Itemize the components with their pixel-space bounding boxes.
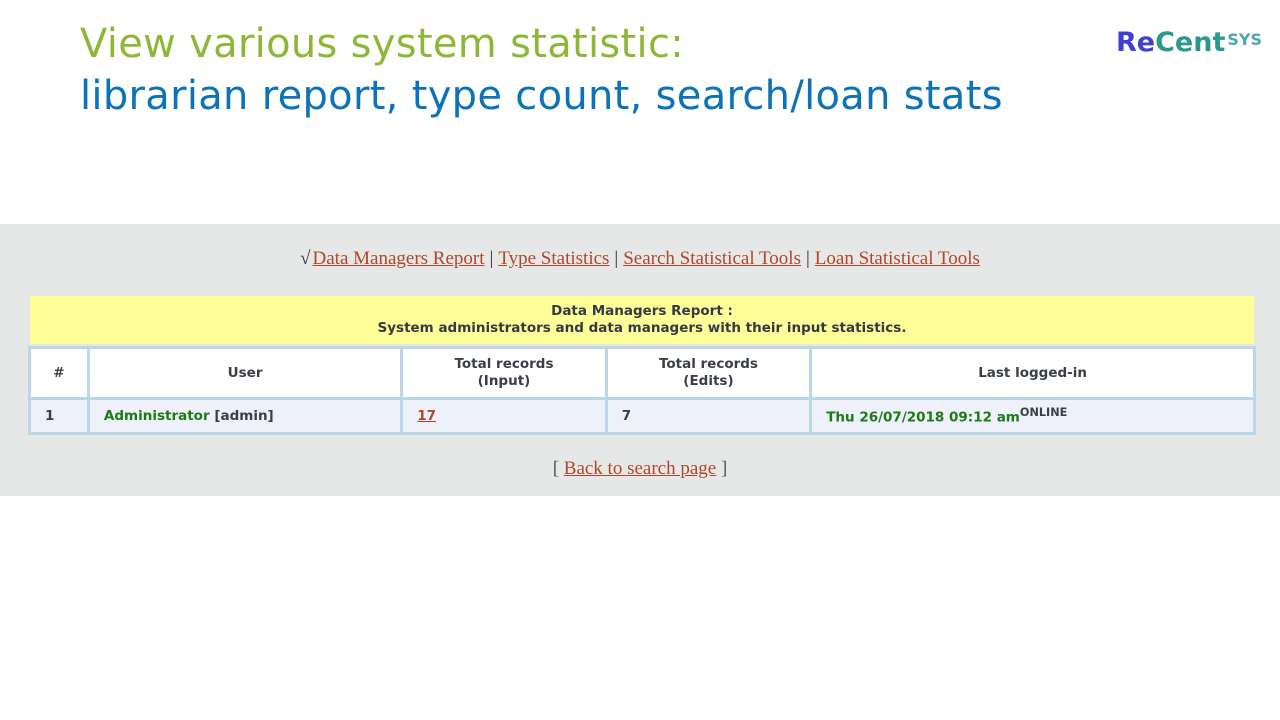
- col-header-input-line2: (Input): [477, 373, 531, 389]
- recentsys-logo: ReCent SYS: [1116, 28, 1262, 58]
- back-bracket-close: ]: [720, 458, 728, 479]
- slide-title-line2: librarian report, type count, search/loa…: [80, 73, 1003, 119]
- nav-type-statistics[interactable]: Type Statistics: [498, 248, 609, 269]
- nav-data-managers-report[interactable]: Data Managers Report: [313, 248, 485, 269]
- statistics-panel: √ Data Managers Report | Type Statistics | Se…: [0, 224, 1280, 496]
- statistics-nav: √ Data Managers Report | Type Statistics | Se…: [0, 248, 1280, 270]
- row-user: Administrator [admin]: [86, 397, 404, 435]
- data-managers-table: # User Total records (Input) Total recor…: [28, 346, 1256, 435]
- nav-search-statistical-tools[interactable]: Search Statistical Tools: [623, 248, 801, 269]
- col-header-last-login: Last logged-in: [809, 346, 1256, 400]
- nav-loan-statistical-tools[interactable]: Loan Statistical Tools: [815, 248, 980, 269]
- col-header-index: #: [28, 346, 90, 400]
- col-header-input-line1: Total records: [454, 356, 554, 372]
- report-subtitle: System administrators and data managers …: [377, 320, 907, 336]
- slide-title-line1: View various system statistic:: [80, 21, 685, 67]
- user-name: Administrator: [103, 408, 210, 424]
- last-login-time: Thu 26/07/2018 09:12 am: [826, 409, 1020, 426]
- table-row: 1 Administrator [admin] 17 7 Thu 26/07/2…: [28, 397, 1256, 435]
- input-records-link[interactable]: 17: [417, 408, 436, 424]
- table-header-row: # User Total records (Input) Total recor…: [28, 346, 1256, 400]
- report-header: Data Managers Report : System administra…: [30, 296, 1254, 344]
- col-header-edits-line1: Total records: [658, 356, 758, 372]
- logo-cent: Cent: [1155, 27, 1226, 58]
- logo-re: Re: [1115, 27, 1156, 58]
- back-to-search-link[interactable]: Back to search page: [564, 458, 716, 479]
- nav-separator: |: [489, 248, 494, 269]
- col-header-input: Total records (Input): [400, 346, 608, 400]
- col-header-edits-line2: (Edits): [683, 373, 734, 389]
- row-index: 1: [28, 397, 90, 435]
- report-title: Data Managers Report :: [551, 303, 733, 319]
- col-header-user: User: [86, 346, 404, 400]
- back-nav: [ Back to search page ]: [0, 458, 1280, 480]
- user-login: [admin]: [214, 408, 274, 424]
- nav-separator: |: [805, 248, 810, 269]
- online-status-badge: ONLINE: [1019, 406, 1068, 420]
- col-header-edits: Total records (Edits): [604, 346, 813, 400]
- row-edits: 7: [604, 397, 813, 435]
- back-bracket-open: [: [552, 458, 560, 479]
- slide-title: View various system statistic: librarian…: [80, 18, 1003, 122]
- row-input: 17: [400, 397, 608, 435]
- row-last-login: Thu 26/07/2018 09:12 amONLINE: [809, 397, 1256, 435]
- nav-separator: |: [614, 248, 619, 269]
- checkmark-icon: √: [300, 248, 311, 269]
- logo-sys: SYS: [1227, 30, 1262, 49]
